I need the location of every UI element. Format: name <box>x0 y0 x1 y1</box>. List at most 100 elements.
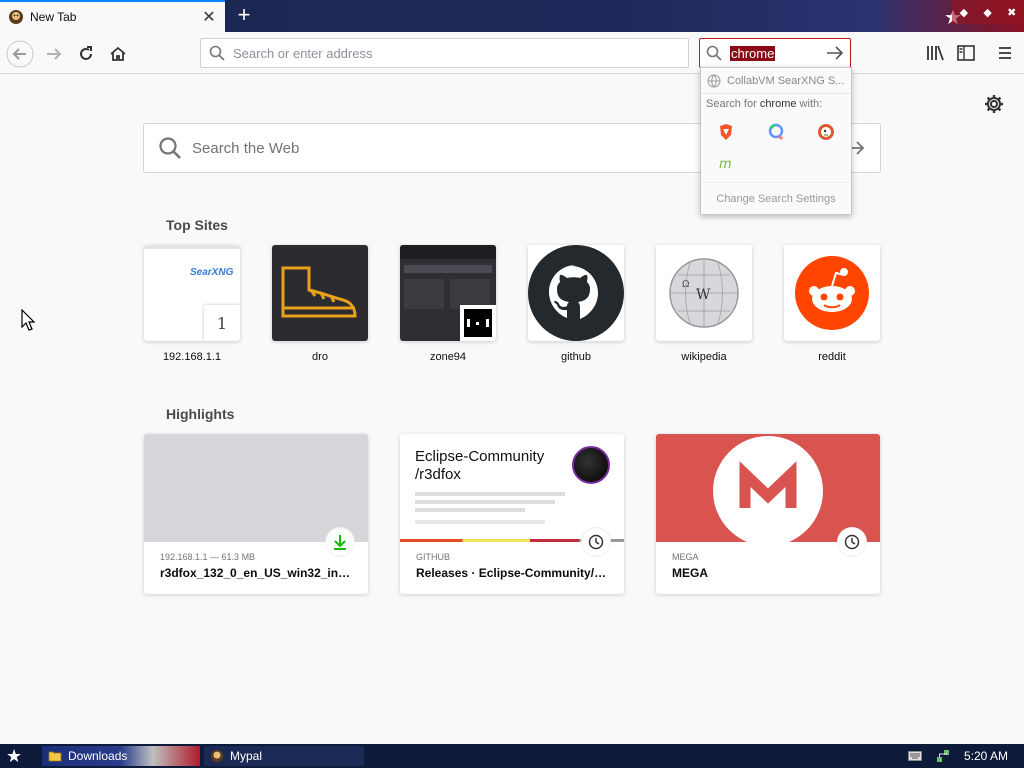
mouse-cursor-icon <box>21 308 36 336</box>
search-icon <box>209 45 225 61</box>
forward-arrow-icon <box>47 48 62 60</box>
mojeek-icon[interactable]: m <box>701 148 751 180</box>
default-engine-row[interactable]: CollabVM SearXNG S... <box>701 68 851 94</box>
default-engine-label: CollabVM SearXNG S... <box>727 74 845 87</box>
home-button[interactable] <box>104 40 132 68</box>
back-arrow-icon <box>6 40 34 68</box>
top-site-label: reddit <box>818 351 846 363</box>
navigation-toolbar: Search or enter address chrome <box>0 32 1024 74</box>
top-site-reddit[interactable]: reddit <box>784 245 880 363</box>
highlight-thumbnail <box>656 434 880 546</box>
sidebar-icon <box>957 45 975 61</box>
github-logo-icon <box>528 245 624 341</box>
highlight-title: MEGA <box>672 566 708 580</box>
close-window-icon[interactable]: ✖ <box>1007 6 1016 19</box>
clock-icon <box>838 528 866 556</box>
pin-number: 1 <box>204 305 240 341</box>
globe-icon <box>707 74 721 87</box>
address-bar[interactable]: Search or enter address <box>200 38 689 68</box>
top-site-label: zone94 <box>429 351 467 363</box>
highlight-thumbnail <box>144 434 368 542</box>
top-sites-heading: Top Sites <box>166 217 228 233</box>
search-bar[interactable]: chrome <box>699 38 851 68</box>
library-icon <box>927 45 944 61</box>
folder-icon <box>48 751 62 762</box>
duckduckgo-icon[interactable] <box>801 116 851 148</box>
go-arrow-icon[interactable] <box>826 45 844 61</box>
reddit-logo-icon <box>795 256 869 330</box>
top-site-label: wikipedia <box>681 351 727 363</box>
reload-button[interactable] <box>72 40 100 68</box>
top-site-github[interactable]: github <box>528 245 624 363</box>
taskbar-clock[interactable]: 5:20 AM <box>964 749 1008 763</box>
tab-close-icon[interactable]: ✕ <box>201 7 217 27</box>
brave-icon[interactable] <box>701 116 751 148</box>
highlight-card-download[interactable]: 192.168.1.1 — 61.3 MB r3dfox_132_0_en_US… <box>144 434 368 594</box>
top-site-192-168-1-1[interactable]: SearXNG 1 192.168.1.1 <box>144 245 240 363</box>
highlight-title: r3dfox_132_0_en_US_win32_inst... <box>160 566 359 580</box>
taskbar-mypal[interactable]: Mypal <box>204 746 364 766</box>
hamburger-menu-icon <box>999 47 1011 59</box>
taskbar: ★ Downloads Mypal 5:20 AM <box>0 744 1024 768</box>
tab-strip: New Tab ✕ + ★ ◆ ◆ ✖ <box>0 0 1024 32</box>
highlight-title: Releases · Eclipse-Community/r3... <box>416 566 616 580</box>
window-controls: ◆ ◆ ✖ <box>952 0 1024 24</box>
top-site-thumbnail: W Ω <box>656 245 752 341</box>
taskbar-downloads-label: Downloads <box>68 749 128 763</box>
top-site-thumbnail: SearXNG 1 <box>144 245 240 341</box>
new-tab-button[interactable]: + <box>232 4 256 28</box>
web-search-placeholder: Search the Web <box>192 139 300 157</box>
search-for-query: chrome <box>759 98 797 110</box>
menu-button[interactable] <box>992 40 1018 66</box>
highlights-heading: Highlights <box>166 406 235 422</box>
search-suggestions-popup: CollabVM SearXNG S... Search for chrome … <box>700 67 852 215</box>
tab-new-tab[interactable]: New Tab ✕ <box>0 0 225 32</box>
mypal-favicon-icon <box>8 9 24 25</box>
search-for-label: Search for chrome with: <box>701 94 851 114</box>
qwant-icon[interactable] <box>751 116 801 148</box>
top-site-dro[interactable]: dro <box>272 245 368 363</box>
download-icon <box>326 528 354 556</box>
clock-icon <box>582 528 610 556</box>
library-button[interactable] <box>922 40 948 66</box>
change-search-settings-button[interactable]: Change Search Settings <box>701 182 851 214</box>
mega-logo-icon <box>713 436 823 546</box>
mypal-icon <box>210 749 224 763</box>
top-site-zone94[interactable]: zone94 <box>400 245 496 363</box>
search-for-prefix: Search for <box>706 98 760 110</box>
taskbar-mypal-label: Mypal <box>230 749 263 763</box>
home-icon <box>110 46 126 61</box>
boot-logo-icon <box>281 266 357 318</box>
back-button[interactable] <box>6 40 34 68</box>
reload-icon <box>80 46 92 60</box>
repo-avatar <box>572 446 610 484</box>
maximize-icon[interactable]: ◆ <box>983 6 991 19</box>
top-site-wikipedia[interactable]: W Ω wikipedia <box>656 245 752 363</box>
tab-title: New Tab <box>30 10 77 24</box>
searxng-thumb-text: SearXNG <box>190 267 234 278</box>
zone94-favicon-icon <box>464 309 492 337</box>
minimize-icon[interactable]: ◆ <box>960 6 968 19</box>
forward-button[interactable] <box>40 40 68 68</box>
top-site-thumbnail <box>400 245 496 341</box>
sidebar-button[interactable] <box>953 40 979 66</box>
highlight-thumbnail: Eclipse-Community /r3dfox <box>400 434 624 542</box>
address-placeholder: Search or enter address <box>233 45 373 61</box>
customize-gear-icon[interactable] <box>984 94 1004 119</box>
highlight-card-mega[interactable]: MEGA MEGA <box>656 434 880 594</box>
network-icon[interactable] <box>936 749 950 763</box>
svg-text:Ω: Ω <box>682 280 689 290</box>
search-for-suffix: with: <box>796 98 823 110</box>
start-menu-star-icon[interactable]: ★ <box>6 746 22 767</box>
top-site-thumbnail <box>272 245 368 341</box>
top-site-thumbnail <box>528 245 624 341</box>
highlight-card-github[interactable]: Eclipse-Community /r3dfox GITHUB Release… <box>400 434 624 594</box>
taskbar-downloads[interactable]: Downloads <box>42 746 200 766</box>
svg-text:m: m <box>719 157 732 171</box>
engine-buttons: m <box>701 114 851 180</box>
search-bar-value[interactable]: chrome <box>730 45 776 61</box>
keyboard-icon[interactable] <box>907 751 922 761</box>
repo-thumb-title: Eclipse-Community /r3dfox <box>415 448 545 483</box>
top-site-thumbnail <box>784 245 880 341</box>
search-icon <box>159 137 181 159</box>
